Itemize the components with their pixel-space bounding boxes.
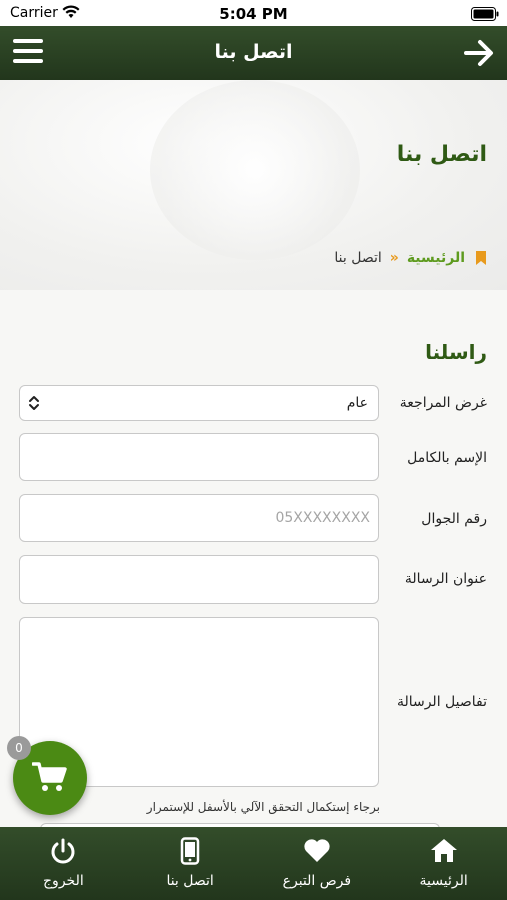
breadcrumb-current: اتصل بنا <box>334 250 382 266</box>
tab-contact[interactable]: اتصل بنا <box>127 827 254 900</box>
app-header: اتصل بنا <box>0 26 507 80</box>
page-title: اتصل بنا <box>396 142 487 167</box>
heart-icon <box>303 837 331 867</box>
mobile-label: رقم الجوال <box>421 511 487 527</box>
tab-home-label: الرئيسية <box>419 873 468 889</box>
bottom-nav: الرئيسية فرص التبرع اتصل بنا الخروج <box>0 827 507 900</box>
captcha-note: برجاء إستكمال التحقق الآلي بالأسفل للإست… <box>146 800 380 814</box>
mobile-placeholder: 05XXXXXXXX <box>275 510 370 526</box>
tab-home[interactable]: الرئيسية <box>380 827 507 900</box>
full-name-input[interactable] <box>19 433 379 481</box>
form-section-title: راسلنا <box>425 340 487 364</box>
mobile-input[interactable]: 05XXXXXXXX <box>19 494 379 542</box>
battery-icon <box>471 6 499 25</box>
tab-logout-label: الخروج <box>43 873 84 889</box>
purpose-select[interactable]: عام <box>19 385 379 421</box>
details-label: تفاصيل الرسالة <box>396 694 487 710</box>
full-name-label: الإسم بالكامل <box>407 450 487 466</box>
subject-input[interactable] <box>19 555 379 604</box>
tab-logout[interactable]: الخروج <box>0 827 127 900</box>
home-icon <box>429 837 459 867</box>
tab-donations[interactable]: فرص التبرع <box>254 827 381 900</box>
header-title: اتصل بنا <box>214 41 293 63</box>
breadcrumb-separator: » <box>389 250 399 266</box>
tab-donations-label: فرص التبرع <box>282 873 352 889</box>
hero-banner: اتصل بنا الرئيسية » اتصل بنا <box>0 80 507 290</box>
status-bar: Carrier 5:04 PM <box>0 0 507 26</box>
select-arrows-icon <box>28 395 40 415</box>
breadcrumb-home-link[interactable]: الرئيسية <box>407 250 465 266</box>
mobile-phone-icon <box>180 837 200 869</box>
bookmark-icon <box>475 250 487 266</box>
purpose-select-value: عام <box>346 395 368 411</box>
shopping-cart-icon <box>31 761 68 797</box>
tab-contact-label: اتصل بنا <box>166 873 214 889</box>
power-icon <box>49 837 77 869</box>
subject-label: عنوان الرسالة <box>404 571 487 587</box>
arrow-right-icon[interactable] <box>463 38 495 68</box>
status-time: 5:04 PM <box>219 5 288 23</box>
cart-count-badge: 0 <box>7 736 31 760</box>
purpose-label: غرض المراجعة <box>399 395 487 411</box>
breadcrumb: الرئيسية » اتصل بنا <box>334 250 487 266</box>
hero-background-image <box>150 80 360 260</box>
